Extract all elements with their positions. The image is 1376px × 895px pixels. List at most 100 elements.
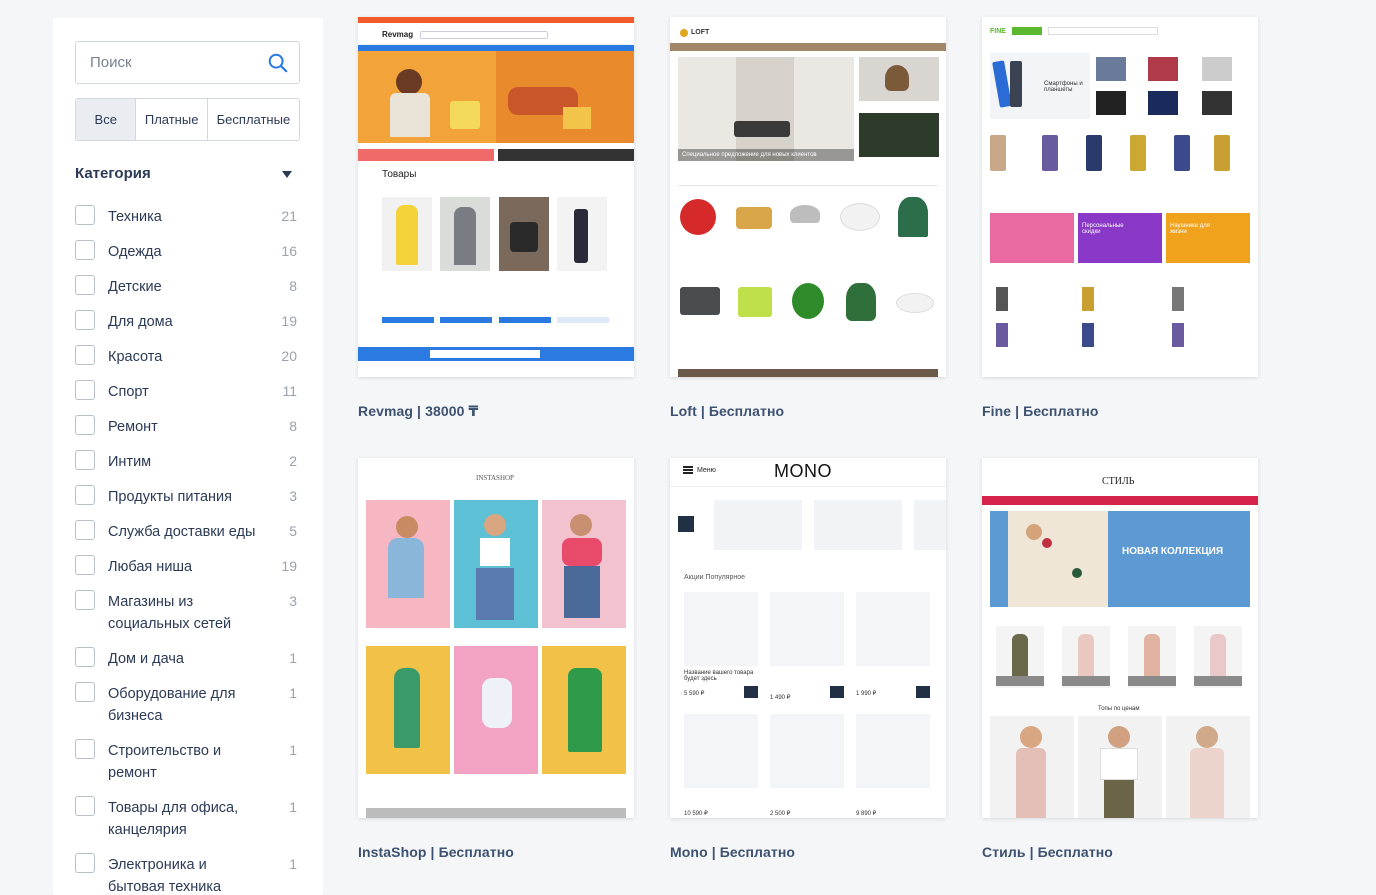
category-item[interactable]: Дом и дача 1 xyxy=(75,647,300,669)
template-preview-mono[interactable]: Меню MONO Акции Популярное Название ваше… xyxy=(670,458,946,818)
template-caption[interactable]: Revmag | 38000 ₸ xyxy=(358,403,478,420)
template-caption[interactable]: Стиль | Бесплатно xyxy=(982,844,1113,860)
category-count: 1 xyxy=(289,856,297,872)
revmag-section-title: Товары xyxy=(382,169,417,180)
category-item[interactable]: Ремонт 8 xyxy=(75,415,300,437)
template-preview-fine[interactable]: FINE Смартфоны и планшеты Персональные с… xyxy=(982,17,1258,377)
search-input[interactable] xyxy=(76,42,261,83)
category-item[interactable]: Детские 8 xyxy=(75,275,300,297)
template-preview-instashop[interactable]: INSTASHOP xyxy=(358,458,634,818)
category-label: Продукты питания xyxy=(108,489,232,505)
template-preview-loft[interactable]: LOFT Специальное предложение для новых к… xyxy=(670,17,946,377)
fine-logo: FINE xyxy=(990,28,1006,35)
template-caption[interactable]: Loft | Бесплатно xyxy=(670,403,784,419)
category-label: Техника xyxy=(108,209,162,225)
category-count: 8 xyxy=(289,278,297,294)
category-item[interactable]: Техника 21 xyxy=(75,205,300,227)
category-item[interactable]: Оборудование для бизнеса 1 xyxy=(75,682,300,726)
category-checkbox[interactable] xyxy=(75,275,95,295)
category-checkbox[interactable] xyxy=(75,485,95,505)
caret-down-icon[interactable] xyxy=(282,171,292,178)
category-item[interactable]: Для дома 19 xyxy=(75,310,300,332)
category-count: 11 xyxy=(282,383,297,399)
category-checkbox[interactable] xyxy=(75,590,95,610)
category-item[interactable]: Любая ниша 19 xyxy=(75,555,300,577)
category-count: 1 xyxy=(289,650,297,666)
style-subheading: Топы по ценам xyxy=(1098,706,1140,712)
loft-logo: LOFT xyxy=(691,29,710,36)
mono-price-2: 1 490 ₽ xyxy=(770,695,791,701)
mono-menu[interactable]: Меню xyxy=(697,467,716,474)
category-label: Красота xyxy=(108,349,163,365)
category-item[interactable]: Спорт 11 xyxy=(75,380,300,402)
category-checkbox[interactable] xyxy=(75,205,95,225)
category-checkbox[interactable] xyxy=(75,415,95,435)
mono-price-3: 1 990 ₽ xyxy=(856,691,877,697)
category-checkbox[interactable] xyxy=(75,555,95,575)
category-item[interactable]: Электроника и бытовая техника 1 xyxy=(75,853,300,895)
instashop-logo: INSTASHOP xyxy=(476,474,514,482)
category-label: Магазины из социальных сетей xyxy=(108,594,232,632)
category-item[interactable]: Магазины из социальных сетей 3 xyxy=(75,590,300,634)
category-label: Одежда xyxy=(108,244,162,260)
category-checkbox[interactable] xyxy=(75,310,95,330)
category-label: Товары для офиса, канцелярия xyxy=(108,800,239,838)
search-icon[interactable] xyxy=(267,52,289,74)
category-checkbox[interactable] xyxy=(75,682,95,702)
category-checkbox[interactable] xyxy=(75,345,95,365)
category-count: 1 xyxy=(289,742,297,758)
category-checkbox[interactable] xyxy=(75,450,95,470)
category-label: Любая ниша xyxy=(108,559,193,575)
loft-banner-text: Специальное предложение для новых клиент… xyxy=(682,152,817,158)
category-item[interactable]: Интим 2 xyxy=(75,450,300,472)
category-checkbox[interactable] xyxy=(75,647,95,667)
category-item[interactable]: Продукты питания 3 xyxy=(75,485,300,507)
style-banner-title: НОВАЯ КОЛЛЕКЦИЯ xyxy=(1122,546,1224,557)
category-count: 19 xyxy=(281,558,297,574)
category-checkbox[interactable] xyxy=(75,520,95,540)
category-label: Электроника и бытовая техника xyxy=(108,857,222,895)
tab-paid[interactable]: Платные xyxy=(136,99,208,140)
mono-price-4: 10 590 ₽ xyxy=(684,811,708,817)
price-filter-tabs: Все Платные Бесплатные xyxy=(75,98,300,141)
category-count: 3 xyxy=(289,488,297,504)
category-checkbox[interactable] xyxy=(75,853,95,873)
category-item[interactable]: Красота 20 xyxy=(75,345,300,367)
category-label: Спорт xyxy=(108,384,149,400)
category-item[interactable]: Товары для офиса, канцелярия 1 xyxy=(75,796,300,840)
category-title: Категория xyxy=(75,165,151,182)
mono-price-6: 9 890 ₽ xyxy=(856,811,877,817)
category-count: 1 xyxy=(289,685,297,701)
category-count: 19 xyxy=(281,313,297,329)
category-item[interactable]: Служба доставки еды 5 xyxy=(75,520,300,542)
tab-free[interactable]: Бесплатные xyxy=(208,99,299,140)
category-header[interactable]: Категория xyxy=(75,165,300,185)
template-caption[interactable]: InstaShop | Бесплатно xyxy=(358,844,514,860)
style-logo: СТИЛЬ xyxy=(1102,476,1135,487)
category-count: 1 xyxy=(289,799,297,815)
category-item[interactable]: Строительство и ремонт 1 xyxy=(75,739,300,783)
category-count: 20 xyxy=(281,348,297,364)
category-count: 8 xyxy=(289,418,297,434)
category-count: 21 xyxy=(281,208,297,224)
tab-all[interactable]: Все xyxy=(76,99,137,140)
template-caption[interactable]: Fine | Бесплатно xyxy=(982,403,1099,419)
template-preview-style[interactable]: СТИЛЬ НОВАЯ КОЛЛЕКЦИЯ Топы по ценам xyxy=(982,458,1258,818)
category-checkbox[interactable] xyxy=(75,739,95,759)
category-label: Детские xyxy=(108,279,162,295)
category-item[interactable]: Одежда 16 xyxy=(75,240,300,262)
category-label: Служба доставки еды xyxy=(108,524,256,540)
category-checkbox[interactable] xyxy=(75,796,95,816)
revmag-logo: Revmag xyxy=(382,30,414,39)
category-checkbox[interactable] xyxy=(75,240,95,260)
fine-promo-phones: Смартфоны и планшеты xyxy=(1044,81,1083,93)
template-preview-revmag[interactable]: Revmag Товары xyxy=(358,17,634,377)
search-box xyxy=(75,41,300,84)
category-label: Ремонт xyxy=(108,419,158,435)
category-count: 2 xyxy=(289,453,297,469)
category-checkbox[interactable] xyxy=(75,380,95,400)
category-count: 16 xyxy=(281,243,297,259)
template-caption[interactable]: Mono | Бесплатно xyxy=(670,844,795,860)
mono-tabs: Акции Популярное xyxy=(684,574,745,581)
category-label: Строительство и ремонт xyxy=(108,743,222,781)
